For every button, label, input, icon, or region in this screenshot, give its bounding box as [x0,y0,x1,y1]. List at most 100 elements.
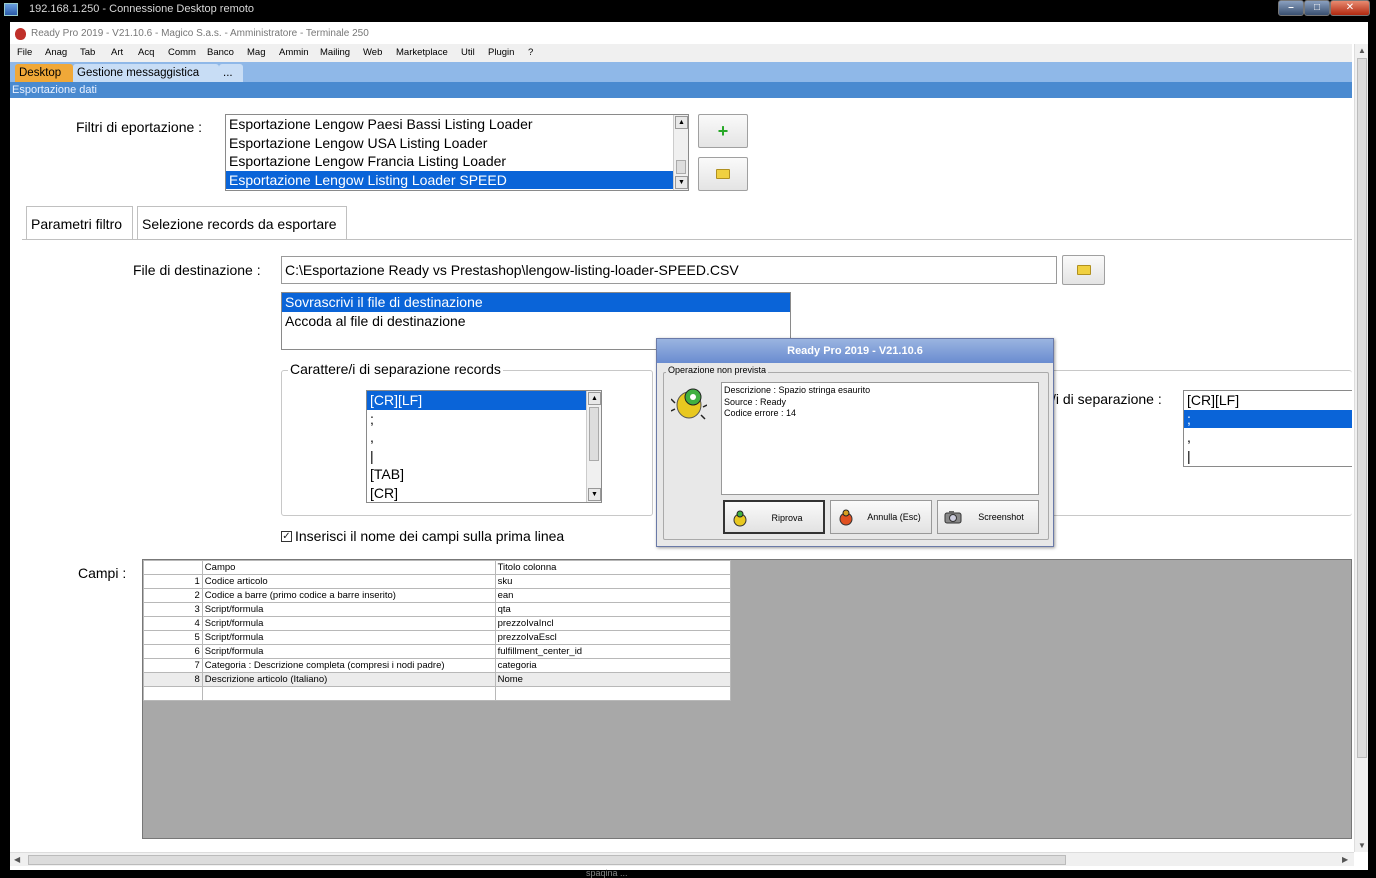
menu-mailing[interactable]: Mailing [320,47,350,58]
cell-campo[interactable]: Script/formula [201,644,496,659]
scroll-down-icon[interactable]: ▼ [675,176,688,189]
table-row[interactable]: 6 Script/formula fulfillment_center_id [143,644,732,659]
cell-titolo[interactable]: Nome [494,672,732,687]
list-item[interactable]: [CR] [367,484,601,503]
list-item[interactable]: [CR][LF] [1184,391,1352,410]
menu-acq[interactable]: Acq [138,47,154,58]
menu-web[interactable]: Web [363,47,382,58]
error-dialog: Ready Pro 2019 - V21.10.6 Operazione non… [656,338,1054,547]
menu-tab[interactable]: Tab [80,47,95,58]
cell-campo[interactable]: Codice articolo [201,574,496,589]
list-item[interactable]: Esportazione Lengow Francia Listing Load… [226,152,688,171]
menu-file[interactable]: File [17,47,32,58]
fields-grid[interactable]: Campo Titolo colonna 1 Codice articolo s… [143,560,732,701]
field-separator-list[interactable]: [CR][LF] ; , | [1183,390,1352,467]
separator-scrollbar[interactable]: ▲ ▼ [586,391,601,502]
scroll-up-icon[interactable]: ▲ [675,116,688,129]
list-item-selected[interactable]: [CR][LF] [367,391,601,410]
list-item[interactable]: | [367,447,601,466]
retry-button[interactable]: Riprova [723,500,825,534]
error-code: Codice errore : 14 [724,408,797,418]
list-item[interactable]: , [367,428,601,447]
cell-campo[interactable]: Codice a barre (primo codice a barre ins… [201,588,496,603]
list-item[interactable]: | [1184,447,1352,466]
menu-ammin[interactable]: Ammin [279,47,309,58]
table-row[interactable]: 7 Categoria : Descrizione completa (comp… [143,658,732,673]
list-item[interactable]: Esportazione Lengow USA Listing Loader [226,134,688,153]
cell-campo[interactable]: Descrizione articolo (Italiano) [201,672,496,687]
cell-campo[interactable]: Script/formula [201,630,496,645]
list-item[interactable]: , [1184,428,1352,447]
add-filter-button[interactable]: + [698,114,748,148]
table-row[interactable]: 3 Script/formula qta [143,602,732,617]
cell-titolo[interactable]: categoria [494,658,732,673]
cell-titolo[interactable]: prezzoIvaIncl [494,616,732,631]
header-campo[interactable]: Campo [201,560,496,575]
tab-more[interactable]: ... [219,64,243,82]
cancel-button[interactable]: Annulla (Esc) [830,500,932,534]
cell-titolo[interactable]: ean [494,588,732,603]
menu-art[interactable]: Art [111,47,123,58]
menu-anag[interactable]: Anag [45,47,67,58]
scroll-down-icon[interactable]: ▼ [1358,841,1366,850]
cell-titolo[interactable] [494,686,732,701]
record-separator-list[interactable]: [CR][LF] ; , | [TAB] [CR] ▲ ▼ [366,390,602,503]
scroll-down-icon[interactable]: ▼ [588,488,601,501]
open-filter-button[interactable] [698,157,748,191]
close-button[interactable]: ✕ [1330,0,1370,16]
menu-banco[interactable]: Banco [207,47,234,58]
menu-marketplace[interactable]: Marketplace [396,47,448,58]
scroll-thumb[interactable] [28,855,1066,865]
cell-titolo[interactable]: sku [494,574,732,589]
table-row-empty[interactable] [143,686,732,701]
scroll-thumb[interactable] [589,407,599,461]
screenshot-button[interactable]: Screenshot [937,500,1039,534]
table-row[interactable]: 1 Codice articolo sku [143,574,732,589]
tab-desktop[interactable]: Desktop [15,64,73,82]
scroll-thumb[interactable] [676,160,686,174]
list-item[interactable]: Accoda al file di destinazione [282,312,790,331]
scroll-up-icon[interactable]: ▲ [1358,46,1366,55]
cell-campo[interactable] [201,686,496,701]
list-item[interactable]: Esportazione Lengow Paesi Bassi Listing … [226,115,688,134]
menu-help[interactable]: ? [528,47,533,58]
tab-parametri-filtro[interactable]: Parametri filtro [26,206,133,240]
folder-icon [716,169,730,179]
list-item-selected[interactable]: Sovrascrivi il file di destinazione [282,293,790,312]
table-row[interactable]: 4 Script/formula prezzoIvaIncl [143,616,732,631]
table-row[interactable]: 5 Script/formula prezzoIvaEscl [143,630,732,645]
menu-plugin[interactable]: Plugin [488,47,514,58]
cell-titolo[interactable]: prezzoIvaEscl [494,630,732,645]
main-vertical-scrollbar[interactable]: ▲ ▼ [1354,44,1368,852]
maximize-button[interactable]: □ [1304,0,1330,16]
cell-campo[interactable]: Categoria : Descrizione completa (compre… [201,658,496,673]
table-row-selected[interactable]: 8 Descrizione articolo (Italiano) Nome [143,672,732,687]
list-item[interactable]: [TAB] [367,465,601,484]
scroll-thumb[interactable] [1357,58,1367,758]
scroll-right-icon[interactable]: ▶ [1342,855,1348,864]
header-titolo[interactable]: Titolo colonna [494,560,732,575]
menu-comm[interactable]: Comm [168,47,196,58]
minimize-button[interactable]: – [1278,0,1304,16]
list-item[interactable]: ; [367,410,601,429]
cell-titolo[interactable]: qta [494,602,732,617]
header-names-checkbox[interactable]: ✓ [281,531,292,542]
tab-selezione-records[interactable]: Selezione records da esportare [137,206,347,240]
cell-titolo[interactable]: fulfillment_center_id [494,644,732,659]
header-index [143,560,203,575]
cell-campo[interactable]: Script/formula [201,616,496,631]
browse-destination-button[interactable] [1062,255,1105,285]
tab-gestione-messaggistica[interactable]: Gestione messaggistica [73,64,219,82]
list-item-selected[interactable]: ; [1184,409,1352,428]
filters-list[interactable]: Esportazione Lengow Paesi Bassi Listing … [225,114,689,191]
main-horizontal-scrollbar[interactable]: ◀ ▶ [10,852,1354,866]
cell-campo[interactable]: Script/formula [201,602,496,617]
filters-scrollbar[interactable]: ▲ ▼ [673,115,688,190]
scroll-up-icon[interactable]: ▲ [588,392,601,405]
destination-path-field[interactable]: C:\Esportazione Ready vs Prestashop\leng… [281,256,1057,284]
table-row[interactable]: 2 Codice a barre (primo codice a barre i… [143,588,732,603]
list-item-selected[interactable]: Esportazione Lengow Listing Loader SPEED [226,170,688,189]
menu-util[interactable]: Util [461,47,475,58]
scroll-left-icon[interactable]: ◀ [14,855,20,864]
menu-mag[interactable]: Mag [247,47,265,58]
